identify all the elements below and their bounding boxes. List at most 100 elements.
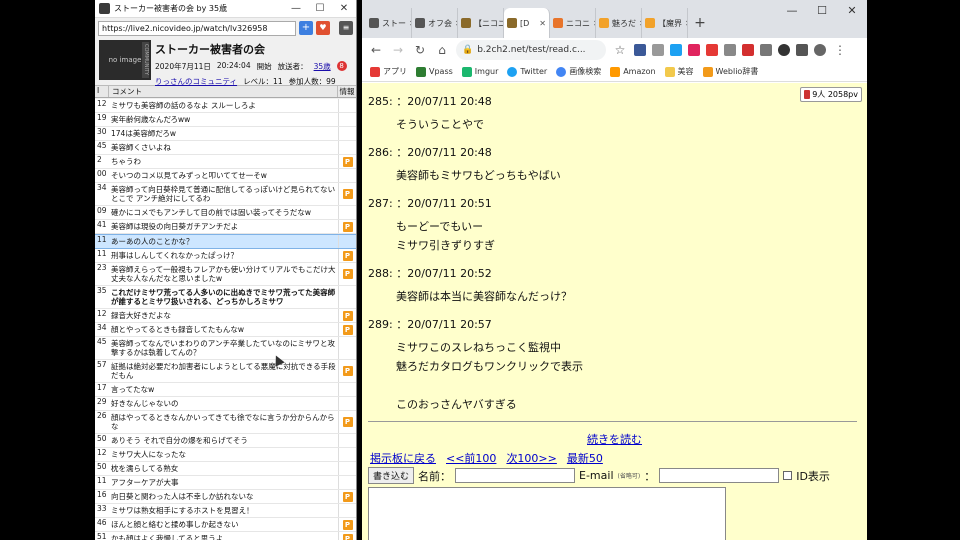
comment-row[interactable]: 17 言ってたなw (95, 383, 356, 397)
email-input[interactable] (659, 468, 780, 483)
comment-list[interactable]: 12 ミサワも美容師の話のるなよ スルーしろよ 19 実年齢何歳なんだろww 30 174… (95, 99, 356, 540)
comment-text: 実年齢何歳なんだろww (111, 115, 191, 124)
bookmark-weblio[interactable]: Weblio辞書 (702, 66, 758, 77)
bookmark-vpass[interactable]: Vpass (416, 66, 453, 77)
comment-row[interactable]: 45 美容師くさいよね (95, 141, 356, 155)
reload-icon[interactable]: ↻ (412, 43, 428, 57)
broadcast-info: no image COMMUNITY ストーカー被害者の会 2020年7月11日… (95, 38, 356, 86)
more-icon[interactable]: ⋮ (832, 43, 848, 57)
minimize-icon[interactable]: — (284, 3, 308, 14)
comment-row[interactable]: 19 実年齢何歳なんだろww (95, 113, 356, 127)
comment-row[interactable]: 45 美容師ってなんでいまわりのアンチ卒業したていなのにミサワと攻撃するかは執着し… (95, 337, 356, 360)
comment-row[interactable]: 16 向日葵と関わった人は不幸しか訪れないな P (95, 490, 356, 504)
id-checkbox[interactable] (783, 471, 793, 480)
bookmark-imgur[interactable]: Imgur (461, 66, 498, 77)
comment-row[interactable]: 46 ほんと顔と絡むと揉め事しか起きない P (95, 518, 356, 532)
home-icon[interactable]: ⌂ (434, 43, 450, 57)
tab-3-active[interactable]: [D ✕ (504, 8, 550, 38)
url-input[interactable]: https://live2.nicovideo.jp/watch/lv32695… (98, 20, 296, 36)
comment-row[interactable]: 35 これだけミサワ荒ってる人多いのに出ぬきでミサワ荒ってた美容師が誰するとミサワ… (95, 286, 356, 309)
extension-icon[interactable] (652, 44, 664, 56)
name-input[interactable] (455, 468, 576, 483)
thread-page: 9人 2058pv 285: ：20/07/11 20:48 そういうことやで 28… (362, 83, 867, 540)
menu-icon[interactable]: ≡ (339, 21, 353, 35)
comment-row[interactable]: 09 確かにコメでもアンチして目の前では固い装ってそうだなw (95, 206, 356, 220)
comment-row[interactable]: 2 ちゃうわ P (95, 155, 356, 169)
comment-row[interactable]: 12 録音大好きだよな P (95, 309, 356, 323)
tab-5[interactable]: 魅ろだ✕ (596, 8, 642, 38)
comment-text: そいつのコメ以見てみずっと叩いててせ一そw (111, 171, 267, 180)
maximize-icon[interactable]: ☐ (807, 4, 837, 17)
close-icon[interactable]: ✕ (332, 3, 356, 14)
tab-0[interactable]: ストー✕ (366, 8, 412, 38)
comment-row[interactable]: 51 かも顔はよく我慢してると思うよ P (95, 532, 356, 540)
col-comment-header[interactable]: コメント (109, 86, 338, 97)
extension-icon[interactable] (706, 44, 718, 56)
bookmark-amazon[interactable]: Amazon (610, 66, 656, 77)
comment-row[interactable]: 11 アフターケアが大事 (95, 476, 356, 490)
puzzle-icon[interactable] (796, 44, 808, 56)
star-icon[interactable]: ☆ (612, 43, 628, 57)
premium-badge-icon: P (342, 310, 353, 321)
comment-row[interactable]: 34 美容師って向日葵枠見て普通に配信してるっぽいけど見られてないとこで アンチ絶… (95, 183, 356, 206)
profile-icon[interactable] (814, 44, 826, 56)
tab-6[interactable]: 【魔界✕ (642, 8, 688, 38)
broadcaster-link[interactable]: 35歳 (314, 61, 331, 72)
extension-icon[interactable] (724, 44, 736, 56)
comment-row[interactable]: 00 そいつのコメ以見てみずっと叩いててせ一そw (95, 169, 356, 183)
minimize-icon[interactable]: — (777, 4, 807, 17)
extension-icon[interactable] (688, 44, 700, 56)
comment-row[interactable]: 12 ミサワ大人になったな (95, 448, 356, 462)
maximize-icon[interactable]: ☐ (308, 3, 332, 14)
comment-row[interactable]: 30 174は美容師だろw (95, 127, 356, 141)
comment-row[interactable]: 57 証拠は絶対必要だわ加害者にしようとしてる悪魔に対抗できる手段だもん P (95, 360, 356, 383)
comment-row[interactable]: 41 美容師は現役の向日葵ガチアンチだよ P (95, 220, 356, 234)
comment-row[interactable]: 50 枕を濡らしてる熟女 (95, 462, 356, 476)
extension-icon[interactable] (778, 44, 790, 56)
alert-icon[interactable]: 8 (336, 61, 347, 71)
prev-100-link[interactable]: <<前100 (446, 450, 496, 466)
comment-row[interactable]: 29 好きなんじゃないの (95, 397, 356, 411)
bookmark-beauty[interactable]: 美容 (664, 66, 694, 77)
comment-row[interactable]: 50 ありそう それで自分の爆を和らげてそう (95, 434, 356, 448)
bookmark-twitter[interactable]: Twitter (507, 66, 547, 77)
tab-close-icon[interactable]: ✕ (539, 19, 546, 28)
tab-favicon (599, 18, 609, 28)
tab-strip: ストー✕ オフ会✕ 【ニコニ✕ [D✕ ニコニ✕ 魅ろだ✕ 【魔界✕ + — ☐… (362, 0, 867, 38)
tab-1[interactable]: オフ会✕ (412, 8, 458, 38)
comment-text: 174は美容師だろw (111, 129, 176, 138)
comment-row[interactable]: 11 刑事はしんしてくれなかったぱっけ？ P (95, 249, 356, 263)
comment-row[interactable]: 26 顔はやってるときなんかいってきても徐でなに言うか分からんからな P (95, 411, 356, 434)
comment-row[interactable]: 23 美容師えらって一般視もフレアかも使い分けてリアルでもこだけ大丈夫な人なんだな… (95, 263, 356, 286)
extension-icon[interactable] (670, 44, 682, 56)
col-info-header[interactable]: 情報 (338, 86, 356, 97)
extension-icon[interactable] (742, 44, 754, 56)
extension-icon[interactable] (760, 44, 772, 56)
comment-number: 45 (97, 141, 107, 150)
back-icon[interactable]: ← (368, 43, 384, 57)
bookmark-image-search[interactable]: 画像検索 (556, 66, 601, 77)
broadcast-title: ストーカー被害者の会 (155, 43, 265, 56)
tab-2[interactable]: 【ニコニ✕ (458, 8, 504, 38)
address-bar[interactable]: 🔒 b.2ch2.net/test/read.c... (456, 40, 606, 60)
tab-4[interactable]: ニコニ✕ (550, 8, 596, 38)
comment-row[interactable]: 11 あーあの人のことかな？ (95, 234, 356, 249)
new-tab-icon[interactable]: + (688, 8, 712, 38)
next-100-link[interactable]: 次100>> (506, 450, 556, 466)
close-icon[interactable]: ✕ (837, 4, 867, 17)
read-more-link[interactable]: 続きを読む (362, 431, 867, 447)
submit-button[interactable]: 書き込む (368, 467, 415, 484)
comment-number: 12 (97, 309, 107, 318)
col-num-header[interactable]: I (95, 86, 109, 97)
back-to-board-link[interactable]: 掲示板に戻る (370, 450, 436, 466)
add-icon[interactable]: + (299, 21, 313, 35)
bookmark-apps[interactable]: アプリ (370, 66, 407, 77)
latest-50-link[interactable]: 最新50 (567, 450, 603, 466)
comment-row[interactable]: 33 ミサワは熟女相手にするホストを見習え！ (95, 504, 356, 518)
comment-row[interactable]: 34 顔とやってるときも録音してたもんなw P (95, 323, 356, 337)
favorite-icon[interactable]: ♥ (316, 21, 330, 35)
extension-icon[interactable] (634, 44, 646, 56)
forward-icon[interactable]: → (390, 43, 406, 57)
message-textarea[interactable] (368, 487, 726, 540)
comment-row[interactable]: 12 ミサワも美容師の話のるなよ スルーしろよ (95, 99, 356, 113)
